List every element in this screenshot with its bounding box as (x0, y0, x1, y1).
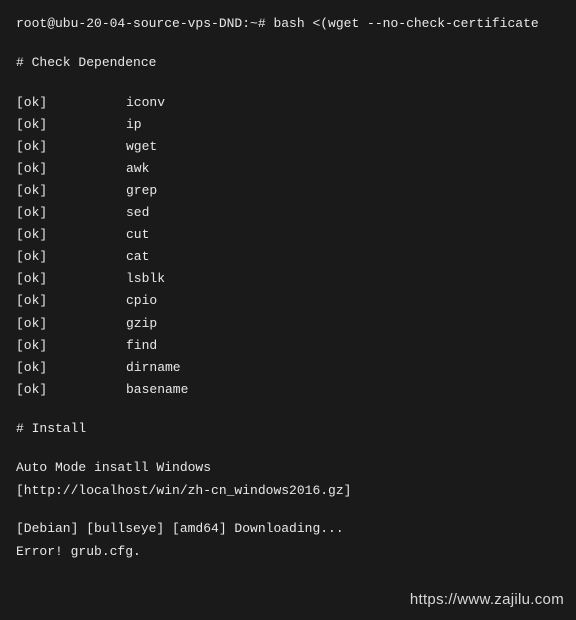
dep-row: [ok]awk (16, 158, 560, 180)
dep-row: [ok]dirname (16, 357, 560, 379)
dep-status: [ok] (16, 92, 126, 114)
dep-row: [ok]ip (16, 114, 560, 136)
dep-status: [ok] (16, 202, 126, 224)
dep-row: [ok]lsblk (16, 268, 560, 290)
dep-name: cpio (126, 290, 157, 312)
dep-row: [ok]wget (16, 136, 560, 158)
dep-name: awk (126, 158, 149, 180)
download-line: [Debian] [bullseye] [amd64] Downloading.… (16, 519, 560, 540)
dep-name: wget (126, 136, 157, 158)
dep-row: [ok]cpio (16, 290, 560, 312)
dep-status: [ok] (16, 136, 126, 158)
dep-name: gzip (126, 313, 157, 335)
dep-row: [ok]iconv (16, 92, 560, 114)
dep-status: [ok] (16, 114, 126, 136)
dep-row: [ok]grep (16, 180, 560, 202)
dep-row: [ok]find (16, 335, 560, 357)
dep-status: [ok] (16, 290, 126, 312)
install-header: # Install (16, 419, 560, 440)
dep-status: [ok] (16, 246, 126, 268)
dependence-table: [ok]iconv [ok]ip [ok]wget [ok]awk [ok]gr… (16, 92, 560, 401)
dep-row: [ok]basename (16, 379, 560, 401)
dep-name: sed (126, 202, 149, 224)
dep-row: [ok]sed (16, 202, 560, 224)
dep-status: [ok] (16, 313, 126, 335)
dep-name: cat (126, 246, 149, 268)
dep-name: ip (126, 114, 142, 136)
dep-name: cut (126, 224, 149, 246)
dep-row: [ok]cut (16, 224, 560, 246)
dep-status: [ok] (16, 268, 126, 290)
dep-name: iconv (126, 92, 165, 114)
dep-name: find (126, 335, 157, 357)
dep-name: grep (126, 180, 157, 202)
dep-name: lsblk (126, 268, 165, 290)
error-line: Error! grub.cfg. (16, 542, 560, 563)
install-section: # Install Auto Mode insatll Windows [htt… (16, 419, 560, 563)
dep-name: dirname (126, 357, 181, 379)
dep-status: [ok] (16, 357, 126, 379)
dep-status: [ok] (16, 224, 126, 246)
shell-prompt-line: root@ubu-20-04-source-vps-DND:~# bash <(… (16, 14, 560, 35)
dep-row: [ok]cat (16, 246, 560, 268)
install-url: [http://localhost/win/zh-cn_windows2016.… (16, 481, 560, 502)
dep-row: [ok]gzip (16, 313, 560, 335)
watermark: https://www.zajilu.com (410, 588, 564, 612)
auto-mode-line: Auto Mode insatll Windows (16, 458, 560, 479)
dep-name: basename (126, 379, 188, 401)
dep-status: [ok] (16, 335, 126, 357)
dep-status: [ok] (16, 180, 126, 202)
dep-status: [ok] (16, 379, 126, 401)
check-dependence-header: # Check Dependence (16, 53, 560, 74)
prompt-full: root@ubu-20-04-source-vps-DND:~# bash <(… (16, 16, 539, 31)
dep-status: [ok] (16, 158, 126, 180)
